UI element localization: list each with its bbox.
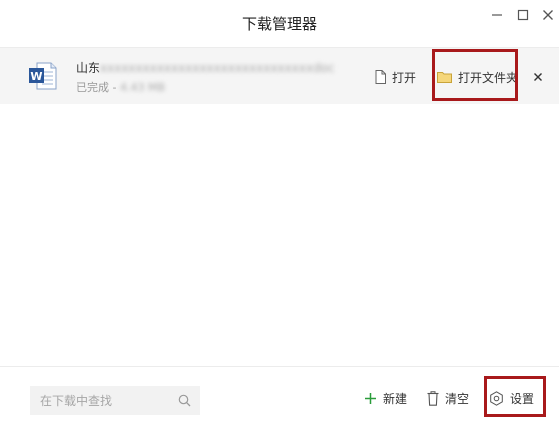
download-item[interactable]: W 山东xxxxxxxxxxxxxxxxxxxxxxxxxxxxxxdoc 已完… [0, 47, 559, 105]
status-text: 已完成 - [76, 81, 120, 94]
title-bar: 下载管理器 [0, 0, 559, 46]
file-size: 4.43 MB [119, 81, 165, 94]
search-box[interactable] [30, 386, 200, 415]
new-label: 新建 [383, 392, 408, 406]
close-icon[interactable] [539, 6, 557, 24]
plus-icon [365, 393, 376, 404]
file-name-obscured: xxxxxxxxxxxxxxxxxxxxxxxxxxxxxx [100, 61, 314, 75]
bottom-toolbar: 新建 清空 设置 [0, 366, 559, 422]
open-folder-button[interactable]: 打开文件夹 [437, 67, 518, 87]
download-status: 已完成 - 4.43 MB [76, 79, 165, 95]
settings-button[interactable]: 设置 [489, 390, 534, 407]
open-label: 打开 [392, 70, 417, 85]
remove-item-icon[interactable] [530, 69, 546, 85]
clear-button[interactable]: 清空 [427, 390, 469, 407]
file-icon [375, 70, 386, 84]
settings-label: 设置 [510, 392, 535, 406]
word-document-icon: W [29, 62, 57, 90]
new-download-button[interactable]: 新建 [364, 390, 407, 407]
open-folder-label: 打开文件夹 [458, 70, 519, 85]
download-list-area [0, 104, 559, 365]
gear-icon [490, 391, 503, 406]
folder-icon [437, 72, 452, 83]
minimize-icon[interactable] [488, 6, 506, 24]
search-input[interactable] [30, 386, 180, 415]
file-extension: doc [313, 61, 335, 75]
svg-text:W: W [30, 70, 42, 83]
clear-label: 清空 [445, 392, 470, 406]
search-icon[interactable] [178, 394, 191, 407]
open-button[interactable]: 打开 [375, 67, 416, 87]
window-title: 下载管理器 [241, 15, 317, 33]
file-name[interactable]: 山东xxxxxxxxxxxxxxxxxxxxxxxxxxxxxxdoc [76, 59, 335, 76]
maximize-icon[interactable] [514, 6, 532, 24]
file-name-start: 山东 [76, 61, 101, 75]
trash-icon [427, 391, 439, 406]
